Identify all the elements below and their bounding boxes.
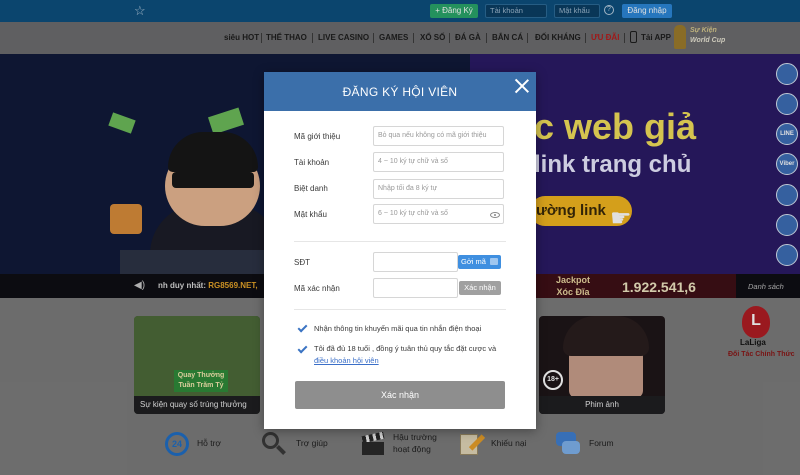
submit-registration-button[interactable]: Xác nhận — [295, 381, 505, 409]
divider — [294, 309, 506, 310]
age-terms-checkbox[interactable] — [297, 344, 307, 354]
referral-label: Mã giới thiệu — [294, 132, 341, 141]
sms-consent-label: Nhận thông tin khuyến mãi qua tin nhắn đ… — [314, 324, 482, 333]
password-label: Mật khẩu — [294, 210, 327, 219]
referral-code-input[interactable]: Bỏ qua nếu không có mã giới thiệu — [373, 126, 504, 146]
verification-code-label: Mã xác nhận — [294, 284, 340, 293]
verify-code-button[interactable]: Xác nhận — [459, 281, 501, 295]
send-code-button[interactable]: Gởi mã — [458, 255, 501, 269]
phone-label: SĐT — [294, 258, 310, 267]
divider — [294, 241, 506, 242]
modal-header: ĐĂNG KÝ HỘI VIÊN — [264, 72, 536, 111]
show-password-eye-icon[interactable] — [490, 212, 500, 218]
sms-icon — [490, 258, 498, 265]
account-input[interactable]: 4 ~ 10 ký tự chữ và số — [373, 152, 504, 172]
nickname-label: Biệt danh — [294, 184, 328, 193]
modal-title: ĐĂNG KÝ HỘI VIÊN — [342, 85, 458, 99]
nickname-input[interactable]: Nhập tối đa 8 ký tự — [373, 179, 504, 199]
account-label: Tài khoản — [294, 158, 330, 167]
sms-consent-checkbox[interactable] — [297, 323, 307, 333]
close-icon[interactable] — [514, 78, 530, 94]
verification-code-input[interactable] — [373, 278, 458, 298]
phone-input[interactable] — [373, 252, 458, 272]
member-terms-link[interactable]: điều khoản hội viên — [314, 356, 379, 365]
registration-modal: ĐĂNG KÝ HỘI VIÊN Mã giới thiệu Bỏ qua nế… — [264, 72, 536, 429]
password-input[interactable]: 6 ~ 10 ký tự chữ và số — [373, 204, 504, 224]
age-terms-label: Tôi đã đủ 18 tuổi , đồng ý tuân thủ quy … — [314, 344, 497, 353]
